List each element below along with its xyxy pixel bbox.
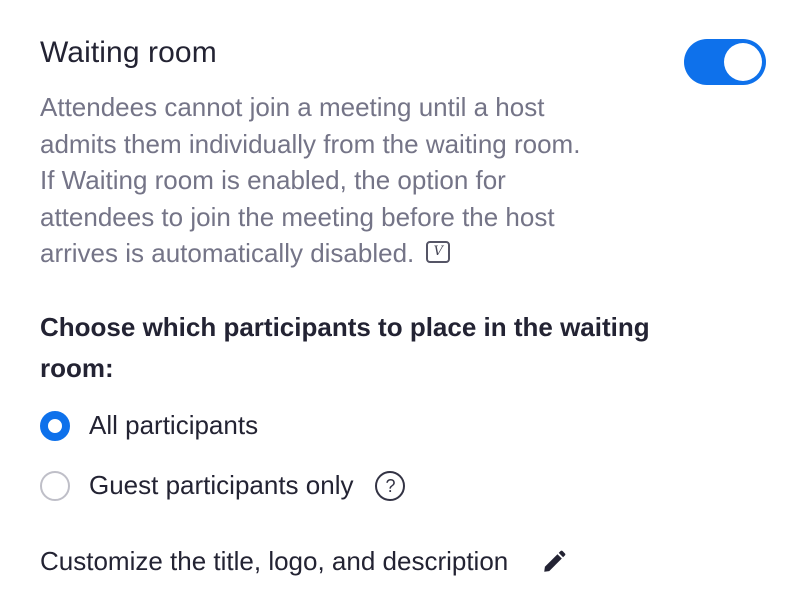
setting-description: Attendees cannot join a meeting until a … (40, 89, 660, 272)
setting-title: Waiting room (40, 36, 217, 69)
question-circle-icon[interactable]: ? (375, 470, 406, 501)
radio-label[interactable]: Guest participants only (89, 470, 353, 501)
description-line-last: arrives is automatically disabled. V (40, 235, 660, 272)
radio-button-unchecked[interactable] (40, 470, 70, 501)
placement-heading: Choose which participants to place in th… (40, 312, 650, 383)
radio-button-checked[interactable] (40, 410, 70, 441)
customize-label: Customize the title, logo, and descripti… (40, 546, 509, 576)
customize-row: Customize the title, logo, and descripti… (40, 546, 567, 577)
description-line: If Waiting room is enabled, the option f… (40, 165, 506, 195)
radio-option-all-participants[interactable]: All participants (40, 410, 258, 441)
description-line-text: arrives is automatically disabled. (40, 238, 415, 268)
description-line: Attendees cannot join a meeting until a … (40, 92, 545, 122)
description-line: attendees to join the meeting before the… (40, 201, 555, 232)
radio-label[interactable]: All participants (89, 410, 258, 441)
toggle-knob (724, 43, 762, 81)
waiting-room-toggle[interactable] (684, 39, 766, 85)
description-line: admits them individually from the waitin… (40, 128, 581, 159)
radio-option-guest-participants[interactable]: Guest participants only ? (40, 470, 406, 501)
pencil-icon[interactable] (541, 549, 567, 575)
v-badge-icon[interactable]: V (426, 241, 451, 264)
